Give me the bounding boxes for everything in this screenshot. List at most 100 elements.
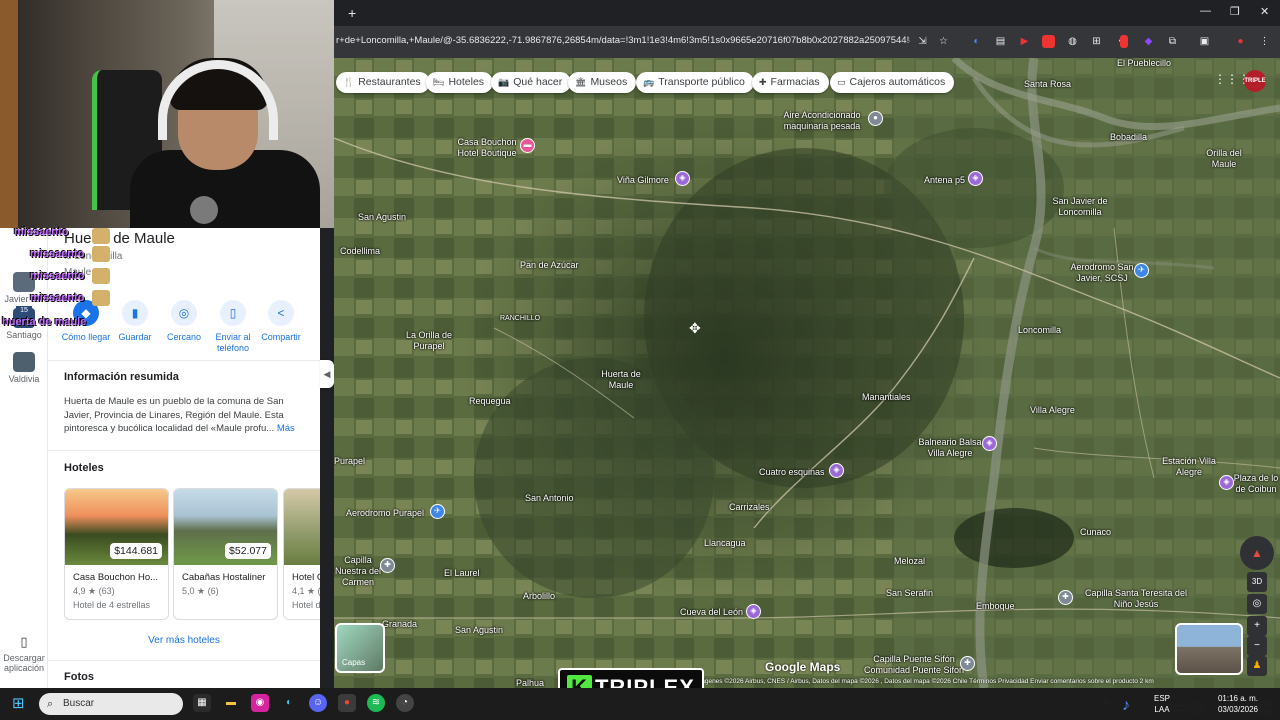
chip-atms[interactable]: ▭ Cajeros automáticos <box>830 72 955 93</box>
instagram-icon[interactable]: ◉ <box>251 694 269 712</box>
install-icon[interactable]: ⇲ <box>916 35 929 48</box>
hotel-card[interactable]: Hotel C 4,1 ★ ( Hotel d <box>283 488 320 620</box>
church-pin-icon[interactable]: ✚ <box>1058 590 1073 605</box>
nearby-button[interactable]: ◎ Cercano <box>156 300 212 343</box>
language-indicator[interactable]: ESP LAA <box>1154 693 1170 715</box>
chip-restaurants[interactable]: 🍴 Restaurantes <box>336 72 430 93</box>
new-tab-button[interactable]: + <box>348 5 356 21</box>
tray-overflow-icon[interactable]: ⌃ <box>1100 697 1113 717</box>
map-label: Estación Villa Alegre <box>1162 456 1216 477</box>
extension-icon[interactable] <box>1120 35 1128 48</box>
chrome-icon[interactable]: ● <box>338 694 356 712</box>
volume-icon[interactable]: ◁) <box>1186 697 1204 717</box>
chip-label: Hoteles <box>448 76 485 88</box>
hotel-card[interactable]: $144.681 Casa Bouchon Ho... 4,9 ★ (63) H… <box>64 488 169 620</box>
address-bar[interactable]: r+de+Loncomilla,+Maule/@-35.6836222,-71.… <box>336 35 910 46</box>
winery-pin-icon[interactable]: ◈ <box>675 171 690 186</box>
chip-pharmacies[interactable]: ✚ Farmacias <box>752 72 829 93</box>
system-clock[interactable]: 01:16 a. m. 03/03/2026 <box>1218 693 1258 715</box>
task-view-icon[interactable]: ▦ <box>193 694 211 712</box>
microphone-icon[interactable]: ♪ <box>1122 697 1130 715</box>
windows-start-icon[interactable]: ⊞ <box>12 695 30 713</box>
rail-item-recent-3[interactable]: Valdivia <box>0 352 48 384</box>
chip-hotels[interactable]: 🛏 Hoteles <box>426 72 494 93</box>
summary-more-link[interactable]: Más <box>277 423 295 434</box>
airport-pin-icon[interactable]: ✈ <box>1134 263 1149 278</box>
extension-icon[interactable] <box>1042 35 1055 48</box>
twitch-icon[interactable]: ◆ <box>1142 35 1155 48</box>
edge-icon[interactable]: ◐ <box>280 694 298 712</box>
extension-icon[interactable]: ▶ <box>1018 35 1031 48</box>
file-explorer-icon[interactable]: ▬ <box>222 694 240 712</box>
map-label: RANCHILLO <box>500 315 541 322</box>
restaurant-icon: 🍴 <box>343 77 355 87</box>
map-label: Aire Acondicionado maquinaria pesada <box>783 110 861 131</box>
hotel-card[interactable]: $52.077 Cabañas Hostaliner 5,0 ★ (6) <box>173 488 278 620</box>
chat-emote <box>92 290 110 306</box>
chip-label: Restaurantes <box>358 76 421 88</box>
map-label: Plaza de lo de Coibun <box>1233 473 1279 494</box>
poi-pin-icon[interactable]: ◈ <box>1219 475 1234 490</box>
discord-icon[interactable]: ☺ <box>309 694 327 712</box>
more-hotels-link[interactable]: Ver más hoteles <box>48 635 320 646</box>
obs-icon[interactable]: ◔ <box>396 694 414 712</box>
bookmark-star-icon[interactable]: ☆ <box>937 35 950 48</box>
pegman-icon[interactable]: ♟ <box>1247 656 1267 676</box>
hotel-price: $52.077 <box>225 543 271 559</box>
summary-body: Huerta de Maule es un pueblo de la comun… <box>64 396 284 434</box>
hotels-title: Hoteles <box>64 462 104 474</box>
taskbar-search[interactable]: ⌕ Buscar <box>39 693 183 715</box>
hotel-pin-icon[interactable]: ▬ <box>520 138 535 153</box>
church-pin-icon[interactable]: ✚ <box>380 558 395 573</box>
extension-icon[interactable]: ⊞ <box>1090 35 1103 48</box>
compass-icon[interactable]: ▲ <box>1240 536 1274 570</box>
map-label: Bobadilla <box>1110 132 1148 142</box>
extension-icon[interactable]: ◍ <box>1066 35 1079 48</box>
profile-avatar-icon[interactable]: ● <box>1234 35 1247 48</box>
zoom-in-button[interactable]: + <box>1247 616 1267 636</box>
poi-pin-icon[interactable]: ◈ <box>968 171 983 186</box>
chip-transit[interactable]: 🚌 Transporte público <box>636 72 754 93</box>
view-3d-button[interactable]: 3D <box>1247 572 1267 592</box>
airport-pin-icon[interactable]: ✈ <box>430 504 445 519</box>
hotel-class: Hotel de 4 estrellas <box>73 600 151 610</box>
spotify-icon[interactable]: ≋ <box>367 694 385 712</box>
poi-pin-icon[interactable]: ◈ <box>829 463 844 478</box>
share-button[interactable]: < Compartir <box>253 300 309 343</box>
business-pin-icon[interactable]: ● <box>868 111 883 126</box>
map-label: Viña Gilmore <box>617 175 669 185</box>
phone-icon: ▯ <box>20 634 28 649</box>
account-avatar[interactable]: TRIPLE <box>1244 70 1266 92</box>
layers-button[interactable]: Capas <box>335 623 385 673</box>
map-label: Santa Rosa <box>1024 79 1072 89</box>
chip-museums[interactable]: 🏛 Museos <box>568 72 637 93</box>
close-window-button[interactable]: ✕ <box>1260 5 1269 18</box>
bus-icon: 🚌 <box>643 77 655 87</box>
download-app-button[interactable]: ▯ Descargar aplicación <box>0 634 48 673</box>
satellite-map[interactable]: 🍴 Restaurantes 🛏 Hoteles 📷 Qué hacer 🏛 Museo… <box>334 58 1280 688</box>
hotel-name: Hotel C <box>292 572 320 583</box>
cave-pin-icon[interactable]: ◈ <box>746 604 761 619</box>
map-label: Orilla del Maule <box>1206 148 1242 169</box>
collapse-panel-button[interactable]: ◀ <box>320 360 334 388</box>
extension-icon[interactable]: ◐ <box>970 35 983 48</box>
church-pin-icon[interactable]: ✚ <box>960 656 975 671</box>
minimize-button[interactable]: — <box>1200 5 1211 17</box>
windows-taskbar: ⊞ ⌕ Buscar ▦ ▬ ◉ ◐ ☺ ● ≋ ◔ ⌃ ♪ ESP LAA ▭… <box>0 688 1280 720</box>
browser-menu-icon[interactable]: ⋮ <box>1258 35 1271 48</box>
chip-things-to-do[interactable]: 📷 Qué hacer <box>491 72 572 93</box>
maximize-button[interactable]: ❐ <box>1230 5 1240 18</box>
network-icon[interactable]: ▭ <box>1172 697 1187 717</box>
extensions-puzzle-icon[interactable]: ⧉ <box>1166 35 1179 48</box>
divider <box>48 450 320 451</box>
webcam-microphone <box>190 196 218 224</box>
poi-pin-icon[interactable]: ◈ <box>982 436 997 451</box>
phone-icon: ▯ <box>220 300 246 326</box>
extension-icon[interactable]: ▤ <box>994 35 1007 48</box>
street-view-preview[interactable] <box>1175 623 1243 675</box>
notifications-icon[interactable]: ▤ <box>1258 697 1273 717</box>
profile-sync-icon[interactable]: ▣ <box>1198 35 1211 48</box>
my-location-icon[interactable]: ◎ <box>1247 594 1267 614</box>
hotel-name: Cabañas Hostaliner <box>182 572 266 583</box>
zoom-out-button[interactable]: − <box>1247 636 1267 656</box>
